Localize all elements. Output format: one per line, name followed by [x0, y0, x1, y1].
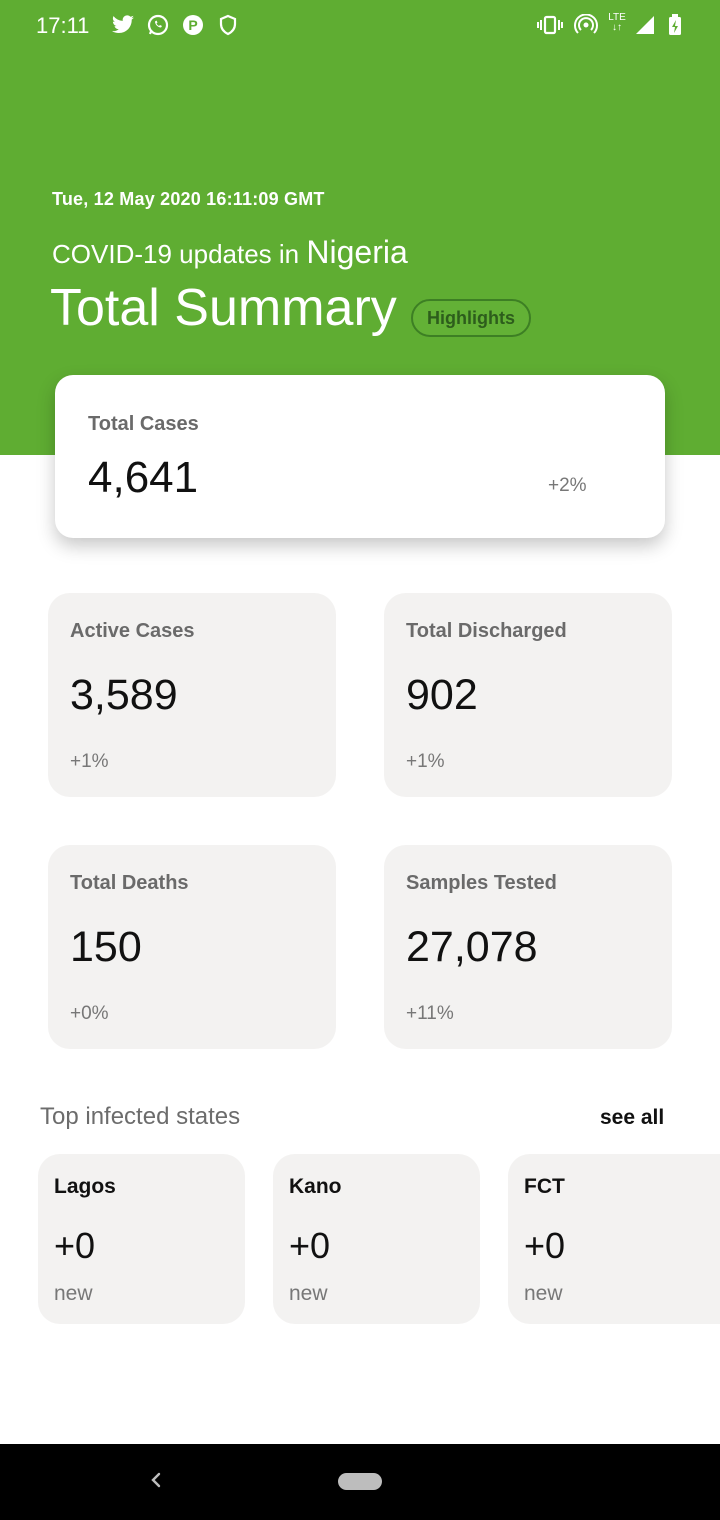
lte-arrows: ↓↑ — [612, 22, 622, 33]
stat-delta: +11% — [406, 1003, 454, 1024]
subtitle: COVID-19 updates in Nigeria — [52, 234, 408, 271]
active-cases-card[interactable]: Active Cases 3,589 +1% — [48, 593, 336, 797]
total-cases-delta: +2% — [548, 475, 587, 496]
total-cases-card[interactable]: Total Cases 4,641 +2% — [55, 375, 665, 538]
state-note: new — [289, 1282, 328, 1305]
samples-tested-card[interactable]: Samples Tested 27,078 +11% — [384, 845, 672, 1049]
total-cases-value: 4,641 — [88, 453, 199, 502]
state-count: +0 — [289, 1225, 331, 1266]
lte-icon: LTE ↓↑ — [606, 10, 628, 36]
state-name: Lagos — [54, 1175, 116, 1198]
stat-delta: +1% — [406, 751, 445, 772]
stat-value: 27,078 — [406, 923, 538, 971]
update-date: Tue, 12 May 2020 16:11:09 GMT — [52, 189, 325, 209]
state-card-fct[interactable]: FCT +0 new — [508, 1154, 720, 1324]
subtitle-prefix: COVID-19 updates in — [52, 239, 300, 269]
vibrate-icon — [537, 12, 563, 38]
stat-label: Total Deaths — [70, 872, 189, 894]
stat-delta: +1% — [70, 751, 109, 772]
home-pill-icon[interactable] — [338, 1473, 382, 1490]
stat-label: Active Cases — [70, 620, 195, 642]
signal-icon — [632, 12, 658, 38]
twitter-icon — [110, 12, 136, 38]
back-icon[interactable] — [146, 1469, 168, 1491]
total-cases-label: Total Cases — [88, 413, 199, 435]
shield-icon — [215, 12, 241, 38]
page-title: Total Summary — [50, 279, 397, 337]
highlights-button[interactable]: Highlights — [411, 299, 531, 337]
status-bar: 17:11 P LTE ↓↑ — [0, 0, 720, 50]
state-note: new — [54, 1282, 93, 1305]
state-card-kano[interactable]: Kano +0 new — [273, 1154, 480, 1324]
state-name: Kano — [289, 1175, 342, 1198]
p-app-icon: P — [180, 12, 206, 38]
top-states-title: Top infected states — [40, 1103, 241, 1130]
battery-icon — [662, 12, 688, 38]
whatsapp-icon — [145, 12, 171, 38]
stat-label: Total Discharged — [406, 620, 567, 642]
state-name: FCT — [524, 1175, 565, 1198]
total-discharged-card[interactable]: Total Discharged 902 +1% — [384, 593, 672, 797]
state-count: +0 — [524, 1225, 566, 1266]
system-nav-bar — [0, 1444, 720, 1520]
stat-label: Samples Tested — [406, 872, 557, 894]
see-all-link[interactable]: see all — [600, 1106, 664, 1130]
stat-value: 150 — [70, 923, 142, 971]
state-note: new — [524, 1282, 563, 1305]
svg-text:P: P — [188, 17, 197, 33]
hotspot-icon — [573, 12, 599, 38]
stat-value: 3,589 — [70, 671, 178, 719]
stat-delta: +0% — [70, 1003, 109, 1024]
country-name: Nigeria — [306, 234, 408, 270]
state-card-lagos[interactable]: Lagos +0 new — [38, 1154, 245, 1324]
stat-value: 902 — [406, 671, 478, 719]
status-time: 17:11 — [36, 13, 90, 38]
total-deaths-card[interactable]: Total Deaths 150 +0% — [48, 845, 336, 1049]
state-count: +0 — [54, 1225, 96, 1266]
